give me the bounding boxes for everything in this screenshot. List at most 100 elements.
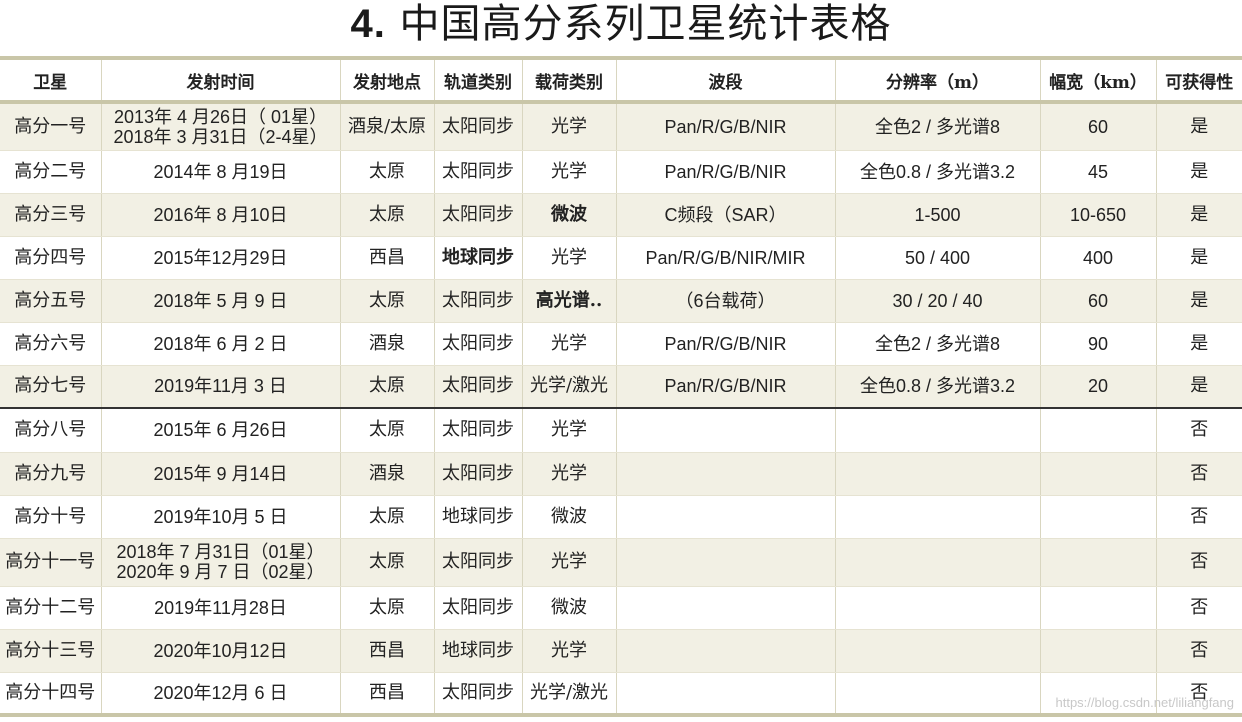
band-cell: Pan/R/G/B/NIR: [615, 150, 835, 194]
availability-cell: 是: [1155, 193, 1242, 237]
payload-cell: 高光谱..: [521, 279, 616, 323]
satellite-name-cell: 高分九号: [0, 452, 101, 496]
resolution-cell: 全色0.8 / 多光谱3.2: [834, 365, 1040, 409]
orbit-cell: 地球同步: [433, 236, 522, 280]
launch-date-cell: 2015年 9 月14日: [100, 452, 340, 496]
swath-width-cell: 90: [1039, 322, 1156, 366]
launch-date-cell: 2019年10月 5 日: [100, 495, 340, 539]
table-row: 高分三号 2016年 8 月10日 太原 太阳同步 微波 C频段（SAR） 1-500 10-…: [0, 193, 1242, 237]
resolution-cell: [834, 672, 1040, 717]
launch-date-line: 2019年11月 3 日: [154, 376, 287, 397]
swath-width-cell: 10-650: [1039, 193, 1156, 237]
satellite-name-cell: 高分八号: [0, 408, 101, 453]
header-cell: 可获得性: [1155, 56, 1242, 104]
launch-date-cell: 2018年 6 月 2 日: [100, 322, 340, 366]
satellite-name-cell: 高分二号: [0, 150, 101, 194]
launch-site-cell: 太原: [339, 365, 434, 409]
launch-site-cell: 酒泉: [339, 322, 434, 366]
satellite-name-cell: 高分十二号: [0, 586, 101, 630]
availability-cell: 否: [1155, 629, 1242, 673]
orbit-cell: 太阳同步: [433, 408, 522, 453]
launch-date-line: 2015年12月29日: [153, 247, 288, 268]
payload-cell: 光学: [521, 408, 616, 453]
payload-cell: 光学: [521, 538, 616, 587]
orbit-cell: 太阳同步: [433, 452, 522, 496]
payload-cell: 微波: [521, 495, 616, 539]
availability-cell: 否: [1155, 408, 1242, 453]
resolution-cell: 30 / 20 / 40: [834, 279, 1040, 323]
launch-date-cell: 2016年 8 月10日: [100, 193, 340, 237]
table-row: 高分十二号 2019年11月28日 太原 太阳同步 微波 否: [0, 586, 1242, 630]
table-row: 高分六号 2018年 6 月 2 日 酒泉 太阳同步 光学 Pan/R/G/B/NIR 全色…: [0, 322, 1242, 366]
launch-site-cell: 酒泉/太原: [339, 102, 434, 151]
band-cell: Pan/R/G/B/NIR/MIR: [615, 236, 835, 280]
resolution-cell: [834, 452, 1040, 496]
availability-cell: 否: [1155, 538, 1242, 587]
payload-cell: 光学/激光: [521, 672, 616, 717]
table-row: 高分十一号 2018年 7 月31日（01星） 2020年 9 月 7 日（02星）…: [0, 538, 1242, 587]
payload-cell: 光学: [521, 236, 616, 280]
launch-date-cell: 2015年 6 月26日: [100, 408, 340, 453]
orbit-cell: 太阳同步: [433, 538, 522, 587]
swath-width-cell: [1039, 629, 1156, 673]
title-number: 4.: [350, 2, 386, 46]
table-row: 高分十号 2019年10月 5 日 太原 地球同步 微波 否: [0, 495, 1242, 539]
payload-cell: 光学/激光: [521, 365, 616, 409]
satellite-table: 卫星 发射时间 发射地点 轨道类别 载荷类别 波段 分辨率（m） 幅宽（km） …: [0, 56, 1242, 717]
launch-date-cell: 2019年11月 3 日: [100, 365, 340, 409]
availability-cell: 是: [1155, 322, 1242, 366]
launch-date-line: 2019年11月28日: [154, 597, 287, 618]
launch-date-cell: 2020年10月12日: [100, 629, 340, 673]
launch-date-line: 2018年 5 月 9 日: [153, 290, 288, 311]
launch-date-line: 2018年 6 月 2 日: [153, 333, 288, 354]
band-cell: [615, 452, 835, 496]
orbit-cell: 地球同步: [433, 629, 522, 673]
launch-site-cell: 酒泉: [339, 452, 434, 496]
header-cell: 幅宽（km）: [1039, 56, 1156, 104]
orbit-cell: 太阳同步: [433, 586, 522, 630]
launch-date-line: 2018年 3 月31日（2-4星）: [113, 126, 328, 147]
satellite-name-cell: 高分七号: [0, 365, 101, 409]
launch-site-cell: 太原: [339, 538, 434, 587]
band-cell: [615, 408, 835, 453]
band-cell: [615, 586, 835, 630]
table-row: 高分十三号 2020年10月12日 西昌 地球同步 光学 否: [0, 629, 1242, 673]
satellite-name-cell: 高分四号: [0, 236, 101, 280]
launch-date-line: 2020年 9 月 7 日（02星）: [116, 562, 325, 582]
swath-width-cell: [1039, 495, 1156, 539]
availability-cell: 否: [1155, 495, 1242, 539]
availability-cell: 是: [1155, 279, 1242, 323]
satellite-name-cell: 高分十四号: [0, 672, 101, 717]
satellite-name-cell: 高分一号: [0, 102, 101, 151]
launch-date-line: 2020年10月12日: [153, 640, 288, 661]
title-text: 中国高分系列卫星统计表格: [399, 1, 892, 47]
resolution-cell: [834, 629, 1040, 673]
header-cell: 卫星: [0, 56, 101, 104]
swath-width-cell: [1039, 586, 1156, 630]
launch-date-cell: 2018年 5 月 9 日: [100, 279, 340, 323]
payload-cell: 光学: [521, 102, 616, 151]
resolution-cell: 50 / 400: [834, 236, 1040, 280]
swath-width-cell: 45: [1039, 150, 1156, 194]
satellite-name-cell: 高分六号: [0, 322, 101, 366]
band-cell: [615, 495, 835, 539]
band-cell: [615, 538, 835, 587]
availability-cell: 是: [1155, 236, 1242, 280]
header-cell: 载荷类别: [521, 56, 616, 104]
satellite-name-cell: 高分三号: [0, 193, 101, 237]
availability-cell: 是: [1155, 150, 1242, 194]
resolution-cell: [834, 538, 1040, 587]
swath-width-cell: 400: [1039, 236, 1156, 280]
swath-width-cell: [1039, 538, 1156, 587]
table-row: 高分二号 2014年 8 月19日 太原 太阳同步 光学 Pan/R/G/B/NIR 全色0…: [0, 150, 1242, 194]
header-cell: 轨道类别: [433, 56, 522, 104]
swath-width-cell: 60: [1039, 279, 1156, 323]
resolution-cell: 全色0.8 / 多光谱3.2: [834, 150, 1040, 194]
resolution-cell: 全色2 / 多光谱8: [834, 102, 1040, 151]
header-cell: 波段: [615, 56, 835, 104]
launch-site-cell: 太原: [339, 279, 434, 323]
header-row: 卫星 发射时间 发射地点 轨道类别 载荷类别 波段 分辨率（m） 幅宽（km） …: [0, 56, 1242, 104]
swath-width-cell: 60: [1039, 102, 1156, 151]
launch-date-cell: 2019年11月28日: [100, 586, 340, 630]
band-cell: Pan/R/G/B/NIR: [615, 322, 835, 366]
